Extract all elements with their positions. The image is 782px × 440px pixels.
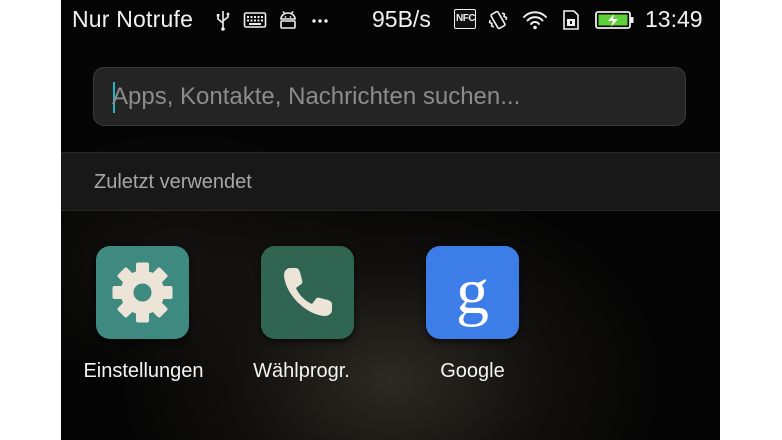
dialer-app-icon[interactable] [261, 246, 354, 339]
search-input[interactable] [112, 68, 672, 125]
search-bar[interactable] [93, 67, 686, 126]
app-label: Google [440, 360, 505, 382]
app-google[interactable]: g Google [391, 246, 531, 396]
network-speed: 95B/s [372, 6, 431, 32]
recent-section-header: Zuletzt verwendet [61, 152, 720, 211]
android-icon [280, 11, 296, 29]
app-label: Einstellungen [83, 360, 204, 382]
wifi-icon [523, 11, 547, 30]
google-app-icon[interactable]: g [426, 246, 519, 339]
sim-icon [563, 10, 579, 30]
phone-icon [284, 268, 332, 316]
carrier-label: Nur Notrufe [72, 6, 194, 32]
status-bar: Nur Notrufe 95B/s NFC 13:49 [61, 0, 720, 40]
clock: 13:49 [645, 6, 703, 32]
usb-icon [216, 11, 230, 31]
keyboard-icon [243, 12, 267, 28]
vibrate-icon [488, 10, 508, 30]
section-title: Zuletzt verwendet [94, 171, 252, 193]
app-label: Wählprogr. [253, 360, 350, 382]
more-dots-icon [312, 19, 328, 23]
app-settings[interactable]: Einstellungen [61, 246, 204, 396]
gear-icon [112, 262, 173, 323]
settings-app-icon[interactable] [96, 246, 189, 339]
phone-screen: Nur Notrufe 95B/s NFC 13:49 Apps, Kontak… [61, 0, 720, 440]
nfc-icon: NFC [454, 9, 476, 29]
app-dialer[interactable]: Wählprogr. [226, 246, 366, 396]
nfc-label: NFC [456, 13, 476, 24]
battery-charging-icon [595, 11, 634, 29]
google-g-icon: g [456, 255, 489, 328]
svg-text:g: g [456, 255, 489, 328]
